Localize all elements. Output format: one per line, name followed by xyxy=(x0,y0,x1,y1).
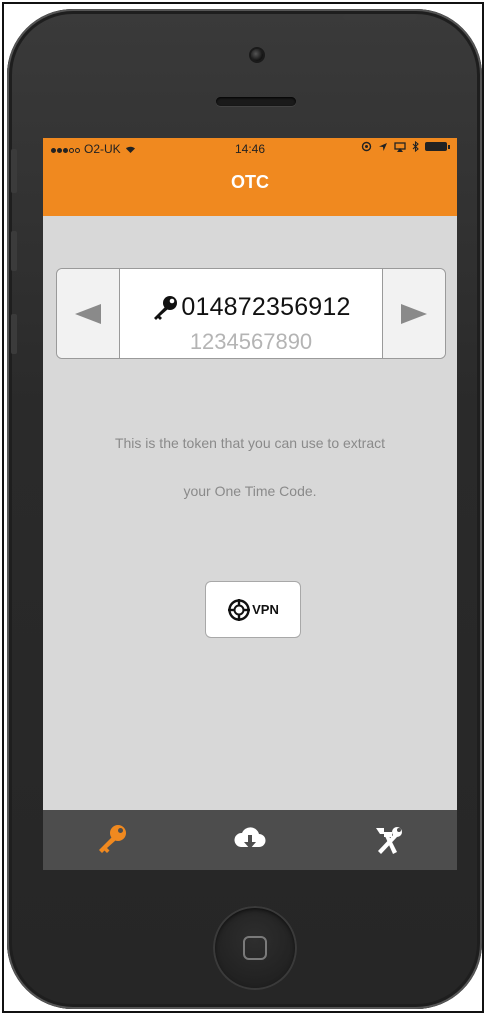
arrow-left-icon xyxy=(75,303,101,324)
token-selector: 014872356912 1234567890 xyxy=(56,268,446,359)
token-display: 014872356912 1234567890 xyxy=(120,269,382,358)
battery-icon xyxy=(425,142,450,151)
app-header: O2-UK 14:46 OTC xyxy=(43,138,457,216)
volume-down-button[interactable] xyxy=(11,314,17,354)
current-token-value: 014872356912 xyxy=(181,293,351,321)
earpiece-speaker xyxy=(216,97,296,106)
next-token-value: 1234567890 xyxy=(189,329,313,354)
app-screen: O2-UK 14:46 OTC 014872356912 1234567890 … xyxy=(43,138,457,870)
home-square-icon xyxy=(243,936,267,960)
front-camera xyxy=(251,49,263,61)
status-bar: O2-UK 14:46 xyxy=(43,138,457,158)
vpn-icon xyxy=(228,598,251,621)
next-token-button[interactable] xyxy=(382,269,445,358)
key-icon xyxy=(154,295,178,320)
vpn-button[interactable]: VPN xyxy=(205,581,301,638)
description-line-1: This is the token that you can use to ex… xyxy=(114,435,386,451)
mute-switch[interactable] xyxy=(11,149,17,193)
volume-up-button[interactable] xyxy=(11,231,17,271)
tools-icon xyxy=(376,827,402,854)
power-button[interactable] xyxy=(343,14,417,20)
tab-settings[interactable] xyxy=(319,810,457,870)
key-icon xyxy=(99,825,126,853)
description-line-2: your One Time Code. xyxy=(183,483,317,499)
home-button[interactable] xyxy=(213,906,297,990)
page-title: OTC xyxy=(231,172,269,192)
vpn-button-label: VPN xyxy=(252,602,279,617)
previous-token-button[interactable] xyxy=(57,269,120,358)
tab-download[interactable] xyxy=(181,810,319,870)
current-token: 014872356912 xyxy=(120,293,382,322)
tab-token[interactable] xyxy=(43,810,181,870)
tab-bar xyxy=(43,810,457,870)
airplay-icon xyxy=(394,141,406,152)
orientation-lock-icon xyxy=(361,141,372,152)
bluetooth-icon xyxy=(412,141,419,152)
arrow-right-icon xyxy=(401,303,427,324)
location-icon xyxy=(379,142,387,151)
cloud-download-icon xyxy=(234,827,266,849)
